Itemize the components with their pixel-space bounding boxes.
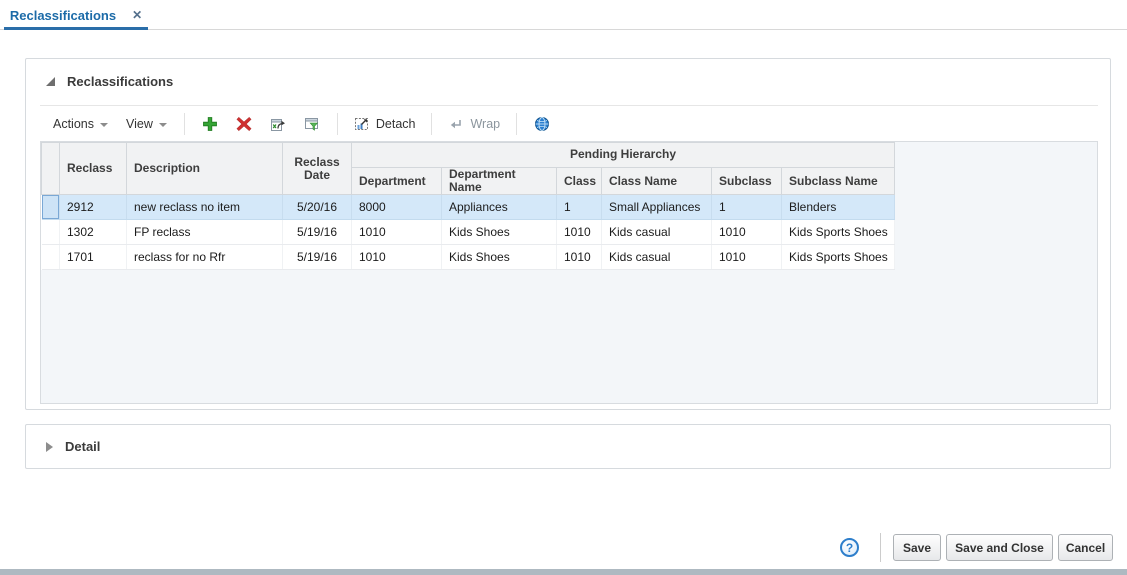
wrap-button[interactable]: Wrap [440,111,508,137]
table-row[interactable]: 1302 FP reclass 5/19/16 1010 Kids Shoes … [41,219,895,246]
help-icon: ? [845,540,854,555]
cell-department-name[interactable]: Kids Shoes [441,219,557,246]
add-button[interactable] [193,111,227,137]
detail-panel[interactable]: Detail [25,424,1111,469]
detach-button[interactable]: Detach [346,111,424,137]
cell-class[interactable]: 1 [556,194,602,221]
column-header-class[interactable]: Class [556,166,602,196]
column-header-reclass-date[interactable]: Reclass Date [282,142,352,196]
cell-class[interactable]: 1010 [556,244,602,271]
reclassifications-section-header[interactable]: Reclassifications [46,74,173,89]
add-icon [202,116,217,131]
column-header-reclass[interactable]: Reclass [59,142,127,196]
cell-subclass[interactable]: 1010 [711,219,782,246]
cell-department-name[interactable]: Kids Shoes [441,244,557,271]
cell-reclass[interactable]: 1302 [59,219,127,246]
cell-class[interactable]: 1010 [556,219,602,246]
cell-subclass-name[interactable]: Blenders [781,194,895,221]
cell-class-name[interactable]: Kids casual [601,219,712,246]
cell-description[interactable]: reclass for no Rfr [126,244,283,271]
column-header-description[interactable]: Description [126,142,283,196]
detach-label: Detach [375,116,416,131]
chevron-down-icon [100,122,108,127]
cell-subclass-name[interactable]: Kids Sports Shoes [781,219,895,246]
cell-department[interactable]: 1010 [351,244,442,271]
expand-triangle-icon [46,441,53,452]
reclassifications-panel: Reclassifications Actions View Detach Wr… [25,58,1111,410]
reclassifications-table: Reclass Description Reclass Date Pending… [41,142,895,271]
cell-class-name[interactable]: Kids casual [601,244,712,271]
cell-department-name[interactable]: Appliances [441,194,557,221]
active-tab-indicator [4,27,148,30]
selector-column-header [41,142,60,196]
actions-menu-button[interactable]: Actions [44,111,117,137]
cell-description[interactable]: FP reclass [126,219,283,246]
tab-label: Reclassifications [9,7,117,23]
cell-department[interactable]: 8000 [351,194,442,221]
section-title: Reclassifications [67,74,174,89]
toolbar-separator [183,112,185,135]
toolbar-separator [336,112,338,135]
table-row[interactable]: 1701 reclass for no Rfr 5/19/16 1010 Kid… [41,244,895,271]
cell-department[interactable]: 1010 [351,219,442,246]
cell-description[interactable]: new reclass no item [126,194,283,221]
column-header-department-name[interactable]: Department Name [441,166,557,196]
column-header-subclass-name[interactable]: Subclass Name [781,166,895,196]
column-header-department[interactable]: Department [351,166,442,196]
tab-close-icon[interactable]: ✕ [132,9,142,21]
wrap-icon [451,119,462,128]
column-group-pending-hierarchy: Pending Hierarchy [351,142,895,168]
help-button[interactable]: ? [840,538,859,557]
wrap-label: Wrap [470,116,501,131]
row-selector[interactable] [41,219,60,246]
cell-reclass-date[interactable]: 5/19/16 [282,219,352,246]
table-filter-icon [304,117,319,131]
cell-reclass[interactable]: 1701 [59,244,127,271]
detach-icon [354,117,368,130]
tab-reclassifications[interactable]: Reclassifications ✕ [4,0,148,30]
export-to-excel-icon [270,118,285,131]
cell-subclass-name[interactable]: Kids Sports Shoes [781,244,895,271]
column-header-subclass[interactable]: Subclass [711,166,782,196]
chevron-down-icon [158,122,167,127]
detail-section-title: Detail [65,439,101,454]
translate-button[interactable] [525,111,559,137]
window-bottom-edge [0,569,1127,575]
delete-icon [236,116,252,131]
toolbar-separator [516,112,518,135]
reclassifications-table-container: Reclass Description Reclass Date Pending… [40,141,1098,404]
cancel-button[interactable]: Cancel [1058,534,1113,561]
delete-button[interactable] [227,111,261,137]
tab-bar: Reclassifications ✕ [0,0,1127,30]
column-header-class-name[interactable]: Class Name [601,166,712,196]
cell-subclass[interactable]: 1010 [711,244,782,271]
export-to-excel-button[interactable] [261,111,295,137]
globe-icon [535,116,550,131]
table-row[interactable]: 2912 new reclass no item 5/20/16 8000 Ap… [41,194,895,221]
cell-class-name[interactable]: Small Appliances [601,194,712,221]
view-menu-button[interactable]: View [117,111,176,137]
query-by-example-button[interactable] [295,111,329,137]
table-toolbar: Actions View Detach Wrap [40,105,1098,141]
save-button[interactable]: Save [893,534,941,561]
actions-menu-label: Actions [53,116,94,131]
toolbar-separator [431,112,433,135]
cell-reclass-date[interactable]: 5/19/16 [282,244,352,271]
collapse-triangle-icon [46,77,55,86]
save-and-close-button[interactable]: Save and Close [946,534,1053,561]
row-selector[interactable] [41,244,60,271]
row-selector[interactable] [41,194,60,221]
cell-subclass[interactable]: 1 [711,194,782,221]
footer-divider [880,533,881,562]
cell-reclass[interactable]: 2912 [59,194,127,221]
view-menu-label: View [126,116,153,131]
cell-reclass-date[interactable]: 5/20/16 [282,194,352,221]
